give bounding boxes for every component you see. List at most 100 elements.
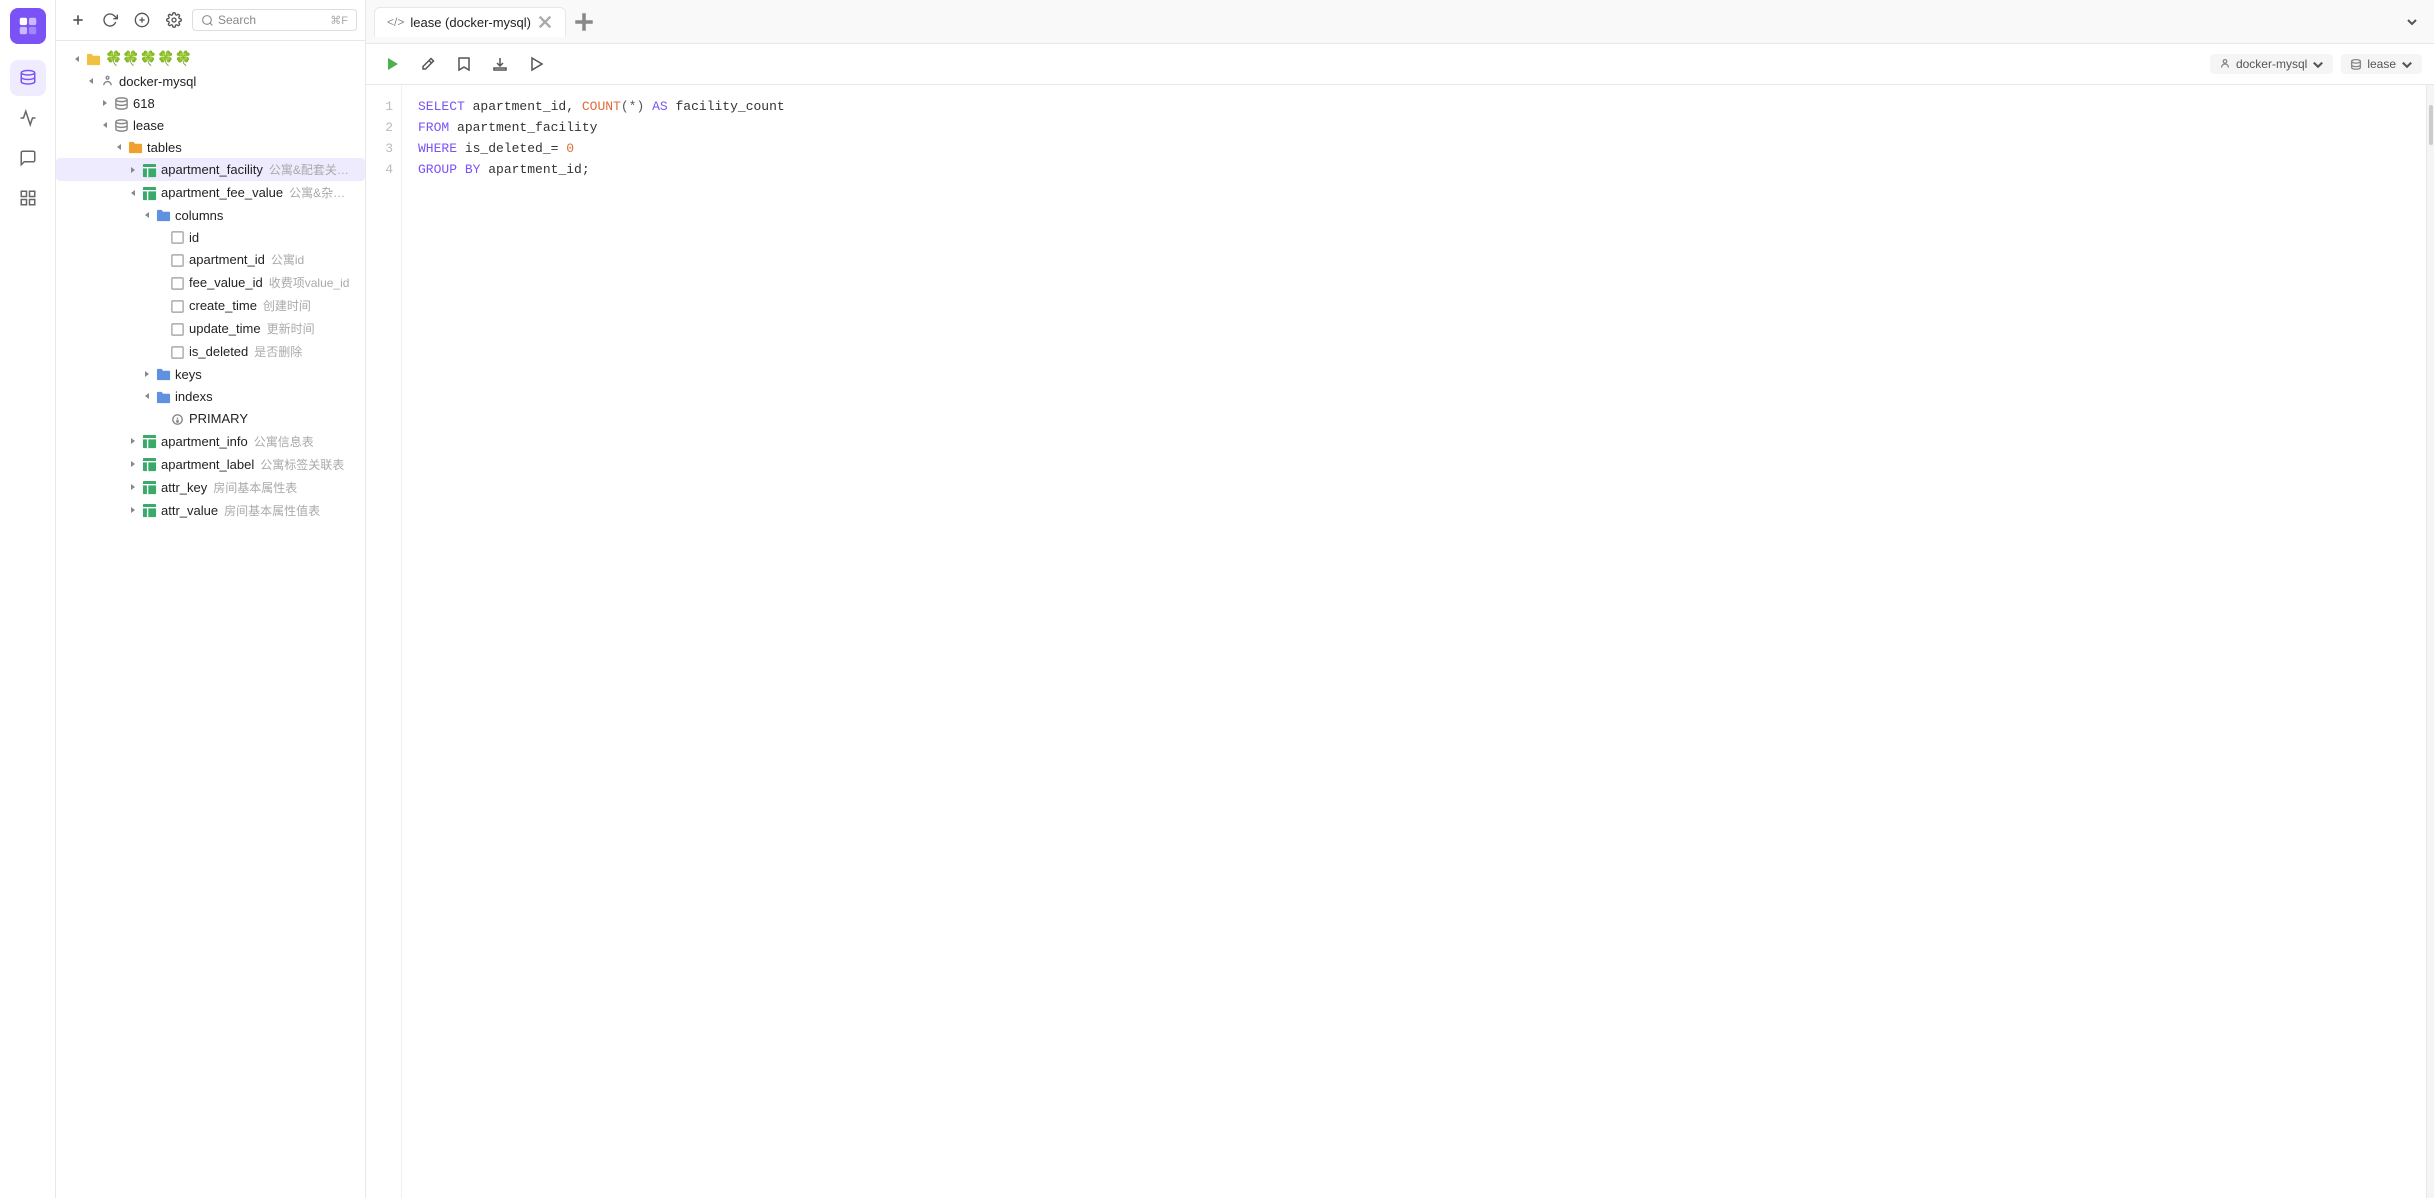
scrollbar-thumb xyxy=(2429,105,2433,145)
table-attr-value-label: attr_value xyxy=(161,503,218,518)
new-connection-button[interactable] xyxy=(128,6,156,34)
tree-toolbar: Search ⌘F xyxy=(56,0,365,41)
line-num-2: 2 xyxy=(385,118,393,139)
tree-item-attr-key[interactable]: attr_key 房间基本属性表 xyxy=(56,476,365,499)
column-icon xyxy=(170,229,185,245)
search-icon xyxy=(201,14,214,27)
tree-item-col-id[interactable]: id xyxy=(56,226,365,248)
search-box[interactable]: Search ⌘F xyxy=(192,9,357,31)
tree-root-connection[interactable]: 🍀🍀🍀🍀🍀 xyxy=(56,47,365,70)
database-selector[interactable]: lease xyxy=(2341,54,2422,74)
indexs-folder-label: indexs xyxy=(175,389,213,404)
chevron-right-icon xyxy=(140,367,154,381)
tree-item-col-apartment-id[interactable]: apartment_id 公寓id xyxy=(56,248,365,271)
db-618-label: 618 xyxy=(133,96,155,111)
tree-item-tables[interactable]: tables xyxy=(56,136,365,158)
editor-area[interactable]: 1 2 3 4 SELECT apartment_id, COUNT(*) AS… xyxy=(366,85,2434,1198)
sidebar-nav-grid[interactable] xyxy=(10,180,46,216)
stars-label: 🍀🍀🍀🍀🍀 xyxy=(105,50,192,67)
download-button[interactable] xyxy=(486,50,514,78)
tree-item-col-update-time[interactable]: update_time 更新时间 xyxy=(56,317,365,340)
sidebar-nav-database[interactable] xyxy=(10,60,46,96)
chevron-down-icon xyxy=(98,118,112,132)
tree-item-docker-mysql[interactable]: docker-mysql xyxy=(56,70,365,92)
refresh-button[interactable] xyxy=(96,6,124,34)
chevron-down-icon xyxy=(2400,57,2414,71)
tab-lease[interactable]: </> lease (docker-mysql) xyxy=(374,7,566,37)
folder-icon xyxy=(86,50,101,66)
icon-sidebar xyxy=(0,0,56,1198)
col-create-time-note: 创建时间 xyxy=(263,297,311,314)
tree-item-columns[interactable]: columns xyxy=(56,204,365,226)
chevron-right-icon xyxy=(126,457,140,471)
db-lease-label: lease xyxy=(133,118,164,133)
tree-item-apartment-fee-value[interactable]: apartment_fee_value 公寓&杂费关… xyxy=(56,181,365,204)
tree-item-indexs[interactable]: indexs xyxy=(56,385,365,407)
col-fee-value-id-note: 收费项value_id xyxy=(269,274,350,291)
col-apartment-id-label: apartment_id xyxy=(189,252,265,267)
tree-item-apartment-facility[interactable]: apartment_facility 公寓&配套关联表 xyxy=(56,158,365,181)
column-icon xyxy=(170,252,185,268)
primary-index-label: PRIMARY xyxy=(189,411,248,426)
table-icon xyxy=(142,456,157,472)
main-content: </> lease (docker-mysql) xyxy=(366,0,2434,1198)
tab-close-button[interactable] xyxy=(537,14,553,30)
right-scrollbar[interactable] xyxy=(2426,85,2434,1198)
line-numbers: 1 2 3 4 xyxy=(366,85,402,1198)
code-editor[interactable]: SELECT apartment_id, COUNT(*) AS facilit… xyxy=(402,85,2426,1198)
tab-bar-dropdown-button[interactable] xyxy=(2398,8,2426,36)
chevron-right-icon xyxy=(126,434,140,448)
search-shortcut: ⌘F xyxy=(330,14,348,27)
table-apartment-fee-value-label: apartment_fee_value xyxy=(161,185,283,200)
database-name: lease xyxy=(2367,57,2396,71)
tree-panel: Search ⌘F 🍀🍀🍀🍀🍀 docker-mysql xyxy=(56,0,366,1198)
table-apartment-label-note: 公寓标签关联表 xyxy=(260,456,344,473)
tab-add-button[interactable] xyxy=(570,8,598,36)
code-line-2: FROM apartment_facility xyxy=(418,118,2410,139)
tree-item-attr-value[interactable]: attr_value 房间基本属性值表 xyxy=(56,499,365,522)
table-icon xyxy=(142,162,157,178)
db-badge-icon xyxy=(2349,57,2363,71)
bookmark-button[interactable] xyxy=(450,50,478,78)
code-line-4: GROUP BY apartment_id; xyxy=(418,160,2410,181)
folder-icon xyxy=(156,388,171,404)
folder-icon xyxy=(128,139,143,155)
settings-button[interactable] xyxy=(160,6,188,34)
chevron-down-icon xyxy=(126,186,140,200)
tree-item-keys[interactable]: keys xyxy=(56,363,365,385)
table-attr-key-label: attr_key xyxy=(161,480,207,495)
folder-icon xyxy=(156,366,171,382)
line-num-4: 4 xyxy=(385,160,393,181)
run-outline-button[interactable] xyxy=(522,50,550,78)
sidebar-nav-chat[interactable] xyxy=(10,140,46,176)
chevron-right-icon xyxy=(98,96,112,110)
tree-item-lease[interactable]: lease xyxy=(56,114,365,136)
tree-item-col-is-deleted[interactable]: is_deleted 是否删除 xyxy=(56,340,365,363)
folder-icon xyxy=(156,207,171,223)
chevron-down-icon xyxy=(112,140,126,154)
col-update-time-note: 更新时间 xyxy=(267,320,315,337)
table-attr-value-note: 房间基本属性值表 xyxy=(224,502,320,519)
editor-toolbar: docker-mysql lease xyxy=(366,44,2434,85)
tree-item-apartment-info[interactable]: apartment_info 公寓信息表 xyxy=(56,430,365,453)
sidebar-nav-chart[interactable] xyxy=(10,100,46,136)
chevron-down-icon xyxy=(140,389,154,403)
tree-item-col-create-time[interactable]: create_time 创建时间 xyxy=(56,294,365,317)
table-apartment-fee-value-note: 公寓&杂费关… xyxy=(289,184,357,201)
run-query-button[interactable] xyxy=(378,50,406,78)
tree-item-primary[interactable]: PRIMARY xyxy=(56,408,365,430)
add-connection-button[interactable] xyxy=(64,6,92,34)
line-num-3: 3 xyxy=(385,139,393,160)
tree-item-col-fee-value-id[interactable]: fee_value_id 收费项value_id xyxy=(56,271,365,294)
index-icon xyxy=(170,411,185,427)
line-num-1: 1 xyxy=(385,97,393,118)
search-label: Search xyxy=(218,13,256,27)
app-logo[interactable] xyxy=(10,8,46,44)
edit-button[interactable] xyxy=(414,50,442,78)
tab-bar-right xyxy=(2398,8,2426,36)
connection-selector[interactable]: docker-mysql xyxy=(2210,54,2333,74)
tree-item-618[interactable]: 618 xyxy=(56,92,365,114)
col-update-time-label: update_time xyxy=(189,321,261,336)
tree-item-apartment-label[interactable]: apartment_label 公寓标签关联表 xyxy=(56,453,365,476)
col-is-deleted-label: is_deleted xyxy=(189,344,248,359)
